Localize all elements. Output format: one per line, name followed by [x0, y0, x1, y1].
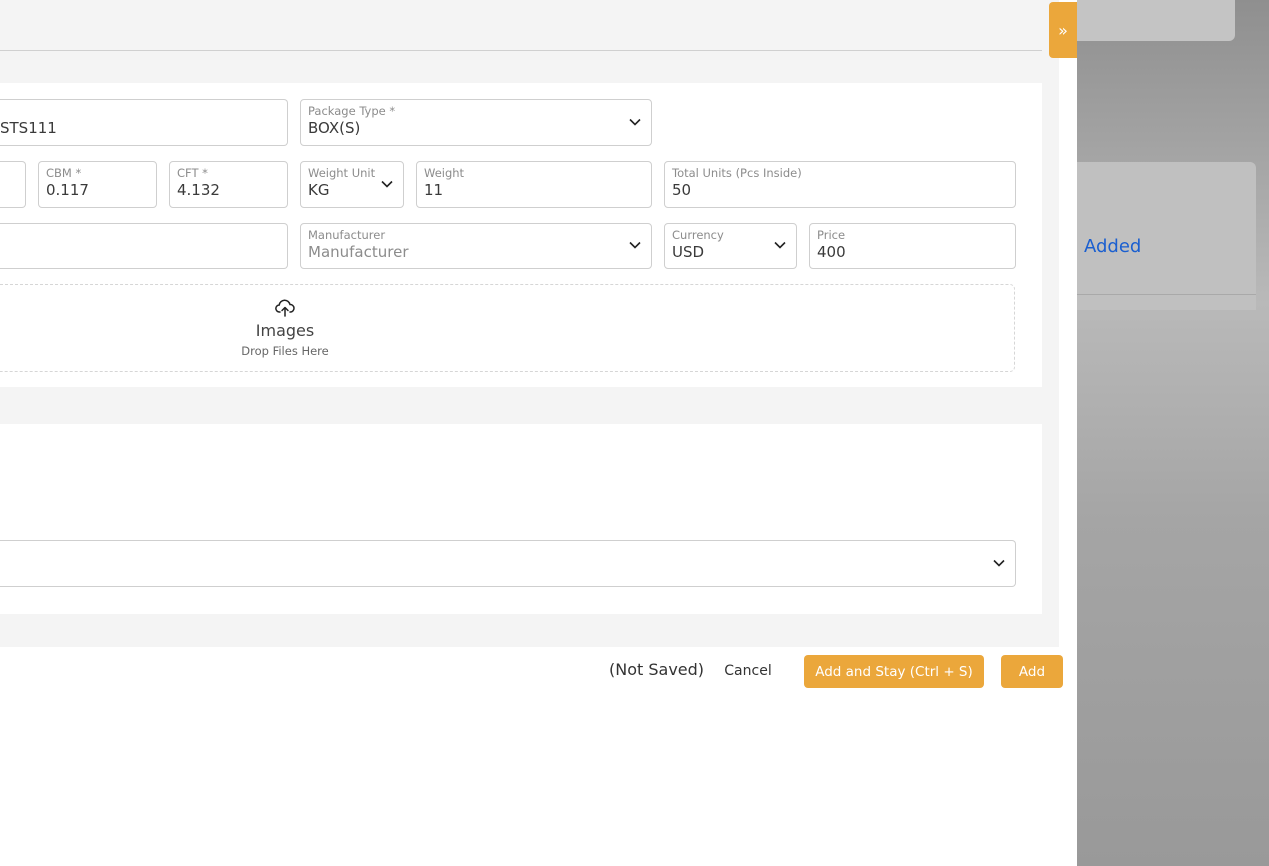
manufacturer-select[interactable]: Manufacturer Manufacturer	[300, 223, 652, 269]
weight-field[interactable]: Weight 11	[416, 161, 652, 208]
code-field[interactable]: STS111	[0, 99, 288, 146]
weight-unit-value: KG	[308, 181, 330, 199]
price-value: 400	[817, 243, 846, 261]
background-top-card	[1077, 0, 1235, 41]
cbm-label: CBM *	[46, 166, 82, 180]
chevron-down-icon	[629, 241, 641, 249]
cft-field[interactable]: CFT * 4.132	[169, 161, 288, 208]
background-added-text: Added	[1084, 236, 1142, 257]
code-value: STS111	[0, 119, 57, 137]
background-page	[1077, 0, 1269, 866]
drawer-body: STS111 Package Type * BOX(S) CBM * 0.117…	[0, 0, 1059, 647]
currency-value: USD	[672, 243, 705, 261]
collapse-drawer-button[interactable]: »	[1049, 2, 1077, 58]
item-form-drawer: STS111 Package Type * BOX(S) CBM * 0.117…	[0, 0, 1077, 866]
currency-select[interactable]: Currency USD	[664, 223, 797, 269]
additional-select[interactable]	[0, 540, 1016, 587]
manufacturer-label: Manufacturer	[308, 228, 386, 242]
currency-label: Currency	[672, 228, 724, 242]
save-status: (Not Saved)	[609, 660, 705, 679]
header-divider	[0, 50, 1042, 51]
cbm-field[interactable]: CBM * 0.117	[38, 161, 157, 208]
price-label: Price	[817, 228, 846, 242]
dropzone-title: Images	[255, 321, 315, 340]
chevron-down-icon	[629, 118, 641, 126]
cbm-value: 0.117	[46, 181, 89, 199]
package-type-select[interactable]: Package Type * BOX(S)	[300, 99, 652, 146]
additional-card	[0, 424, 1042, 614]
dimension-field[interactable]	[0, 161, 26, 208]
dropzone-subtitle: Drop Files Here	[241, 344, 329, 358]
weight-unit-select[interactable]: Weight Unit KG	[300, 161, 404, 208]
add-button[interactable]: Add	[1001, 655, 1063, 688]
description-field[interactable]	[0, 223, 288, 269]
price-field[interactable]: Price 400	[809, 223, 1016, 269]
weight-unit-label: Weight Unit	[308, 166, 376, 180]
total-units-label: Total Units (Pcs Inside)	[672, 166, 802, 180]
cft-label: CFT *	[177, 166, 208, 180]
cancel-button[interactable]: Cancel	[714, 655, 782, 687]
total-units-field[interactable]: Total Units (Pcs Inside) 50	[664, 161, 1016, 208]
chevron-down-icon	[993, 559, 1005, 567]
manufacturer-placeholder: Manufacturer	[308, 243, 409, 261]
chevron-down-icon	[381, 180, 393, 188]
cloud-upload-icon	[275, 299, 295, 317]
package-type-value: BOX(S)	[308, 119, 361, 137]
images-dropzone[interactable]: Images Drop Files Here	[0, 284, 1015, 372]
weight-label: Weight	[424, 166, 465, 180]
total-units-value: 50	[672, 181, 692, 199]
package-type-label: Package Type *	[308, 104, 396, 118]
chevron-down-icon	[774, 241, 786, 249]
add-and-stay-button[interactable]: Add and Stay (Ctrl + S)	[804, 655, 984, 688]
cft-value: 4.132	[177, 181, 220, 199]
weight-value: 11	[424, 181, 444, 199]
